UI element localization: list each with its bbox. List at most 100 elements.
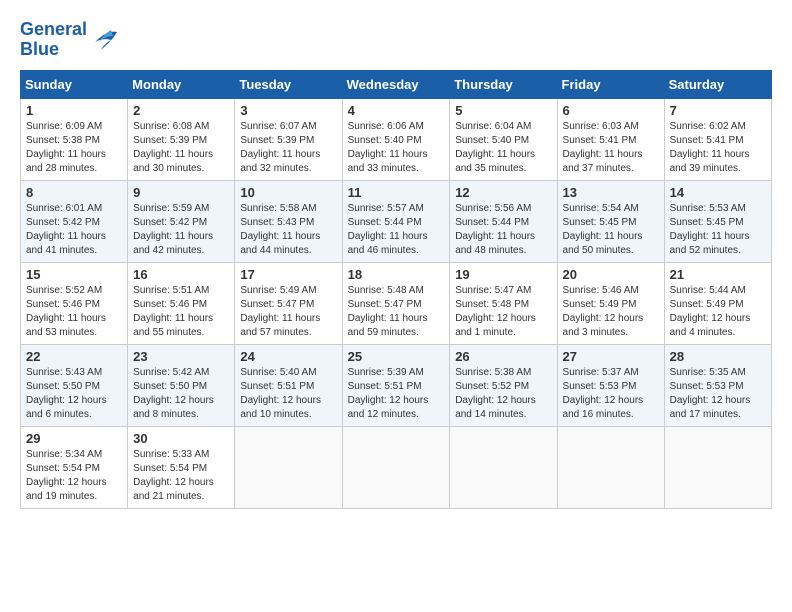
calendar-cell: 9 Sunrise: 5:59 AM Sunset: 5:42 PM Daylig… — [128, 180, 235, 262]
calendar-cell: 21 Sunrise: 5:44 AM Sunset: 5:49 PM Dayli… — [664, 262, 771, 344]
day-number: 19 — [455, 267, 551, 282]
day-info: Sunrise: 5:58 AM Sunset: 5:43 PM Dayligh… — [240, 202, 336, 258]
page-header: GeneralBlue — [20, 20, 772, 60]
day-number: 21 — [670, 267, 766, 282]
logo-text: GeneralBlue — [20, 20, 87, 60]
day-info: Sunrise: 5:40 AM Sunset: 5:51 PM Dayligh… — [240, 366, 336, 422]
day-info: Sunrise: 5:53 AM Sunset: 5:45 PM Dayligh… — [670, 202, 766, 258]
day-number: 27 — [563, 349, 659, 364]
day-info: Sunrise: 5:35 AM Sunset: 5:53 PM Dayligh… — [670, 366, 766, 422]
column-header-tuesday: Tuesday — [235, 70, 342, 98]
day-number: 8 — [26, 185, 122, 200]
day-number: 25 — [348, 349, 445, 364]
day-info: Sunrise: 5:52 AM Sunset: 5:46 PM Dayligh… — [26, 284, 122, 340]
day-number: 26 — [455, 349, 551, 364]
day-info: Sunrise: 6:08 AM Sunset: 5:39 PM Dayligh… — [133, 120, 229, 176]
calendar-cell: 4Sunrise: 6:06 AM Sunset: 5:40 PM Daylig… — [342, 98, 450, 180]
day-number: 22 — [26, 349, 122, 364]
day-info: Sunrise: 5:59 AM Sunset: 5:42 PM Dayligh… — [133, 202, 229, 258]
column-header-friday: Friday — [557, 70, 664, 98]
day-info: Sunrise: 6:03 AM Sunset: 5:41 PM Dayligh… — [563, 120, 659, 176]
calendar-header-row: SundayMondayTuesdayWednesdayThursdayFrid… — [21, 70, 772, 98]
calendar-cell: 28 Sunrise: 5:35 AM Sunset: 5:53 PM Dayli… — [664, 344, 771, 426]
day-info: Sunrise: 5:33 AM Sunset: 5:54 PM Dayligh… — [133, 448, 229, 504]
day-number: 14 — [670, 185, 766, 200]
calendar-cell: 12 Sunrise: 5:56 AM Sunset: 5:44 PM Dayli… — [450, 180, 557, 262]
day-info: Sunrise: 5:51 AM Sunset: 5:46 PM Dayligh… — [133, 284, 229, 340]
calendar-cell: 3 Sunrise: 6:07 AM Sunset: 5:39 PM Daylig… — [235, 98, 342, 180]
day-number: 5 — [455, 103, 551, 118]
column-header-saturday: Saturday — [664, 70, 771, 98]
day-number: 3 — [240, 103, 336, 118]
calendar-cell: 25 Sunrise: 5:39 AM Sunset: 5:51 PM Dayli… — [342, 344, 450, 426]
day-info: Sunrise: 6:07 AM Sunset: 5:39 PM Dayligh… — [240, 120, 336, 176]
column-header-wednesday: Wednesday — [342, 70, 450, 98]
calendar-cell — [342, 426, 450, 508]
column-header-monday: Monday — [128, 70, 235, 98]
calendar-cell — [450, 426, 557, 508]
calendar-week-row: 8 Sunrise: 6:01 AM Sunset: 5:42 PM Daylig… — [21, 180, 772, 262]
day-number: 30 — [133, 431, 229, 446]
day-number: 20 — [563, 267, 659, 282]
day-info: Sunrise: 6:02 AM Sunset: 5:41 PM Dayligh… — [670, 120, 766, 176]
calendar-cell: 2 Sunrise: 6:08 AM Sunset: 5:39 PM Daylig… — [128, 98, 235, 180]
calendar-cell: 1Sunrise: 6:09 AM Sunset: 5:38 PM Daylig… — [21, 98, 128, 180]
calendar-cell: 22 Sunrise: 5:43 AM Sunset: 5:50 PM Dayli… — [21, 344, 128, 426]
calendar-cell — [235, 426, 342, 508]
day-number: 9 — [133, 185, 229, 200]
day-info: Sunrise: 5:57 AM Sunset: 5:44 PM Dayligh… — [348, 202, 445, 258]
day-info: Sunrise: 5:42 AM Sunset: 5:50 PM Dayligh… — [133, 366, 229, 422]
calendar-cell: 13 Sunrise: 5:54 AM Sunset: 5:45 PM Dayli… — [557, 180, 664, 262]
calendar-cell: 8 Sunrise: 6:01 AM Sunset: 5:42 PM Daylig… — [21, 180, 128, 262]
day-number: 4 — [348, 103, 445, 118]
calendar-week-row: 29 Sunrise: 5:34 AM Sunset: 5:54 PM Dayli… — [21, 426, 772, 508]
calendar-cell: 18Sunrise: 5:48 AM Sunset: 5:47 PM Dayli… — [342, 262, 450, 344]
day-number: 29 — [26, 431, 122, 446]
calendar-cell: 30 Sunrise: 5:33 AM Sunset: 5:54 PM Dayli… — [128, 426, 235, 508]
calendar-cell: 10 Sunrise: 5:58 AM Sunset: 5:43 PM Dayli… — [235, 180, 342, 262]
logo-bird-icon — [89, 28, 119, 52]
day-info: Sunrise: 5:47 AM Sunset: 5:48 PM Dayligh… — [455, 284, 551, 340]
calendar-cell: 29 Sunrise: 5:34 AM Sunset: 5:54 PM Dayli… — [21, 426, 128, 508]
calendar-week-row: 15Sunrise: 5:52 AM Sunset: 5:46 PM Dayli… — [21, 262, 772, 344]
column-header-thursday: Thursday — [450, 70, 557, 98]
day-info: Sunrise: 5:54 AM Sunset: 5:45 PM Dayligh… — [563, 202, 659, 258]
day-info: Sunrise: 5:49 AM Sunset: 5:47 PM Dayligh… — [240, 284, 336, 340]
day-number: 13 — [563, 185, 659, 200]
day-info: Sunrise: 5:34 AM Sunset: 5:54 PM Dayligh… — [26, 448, 122, 504]
day-info: Sunrise: 5:39 AM Sunset: 5:51 PM Dayligh… — [348, 366, 445, 422]
calendar-table: SundayMondayTuesdayWednesdayThursdayFrid… — [20, 70, 772, 509]
day-number: 6 — [563, 103, 659, 118]
calendar-cell: 17 Sunrise: 5:49 AM Sunset: 5:47 PM Dayli… — [235, 262, 342, 344]
logo: GeneralBlue — [20, 20, 119, 60]
calendar-cell — [664, 426, 771, 508]
day-info: Sunrise: 5:48 AM Sunset: 5:47 PM Dayligh… — [348, 284, 445, 340]
calendar-cell — [557, 426, 664, 508]
day-number: 7 — [670, 103, 766, 118]
day-info: Sunrise: 5:46 AM Sunset: 5:49 PM Dayligh… — [563, 284, 659, 340]
day-info: Sunrise: 6:04 AM Sunset: 5:40 PM Dayligh… — [455, 120, 551, 176]
calendar-cell: 11 Sunrise: 5:57 AM Sunset: 5:44 PM Dayli… — [342, 180, 450, 262]
day-number: 28 — [670, 349, 766, 364]
calendar-week-row: 22 Sunrise: 5:43 AM Sunset: 5:50 PM Dayli… — [21, 344, 772, 426]
day-number: 24 — [240, 349, 336, 364]
calendar-cell: 14 Sunrise: 5:53 AM Sunset: 5:45 PM Dayli… — [664, 180, 771, 262]
calendar-cell: 26 Sunrise: 5:38 AM Sunset: 5:52 PM Dayli… — [450, 344, 557, 426]
day-number: 12 — [455, 185, 551, 200]
calendar-cell: 15Sunrise: 5:52 AM Sunset: 5:46 PM Dayli… — [21, 262, 128, 344]
calendar-cell: 23Sunrise: 5:42 AM Sunset: 5:50 PM Dayli… — [128, 344, 235, 426]
day-info: Sunrise: 5:56 AM Sunset: 5:44 PM Dayligh… — [455, 202, 551, 258]
day-info: Sunrise: 6:01 AM Sunset: 5:42 PM Dayligh… — [26, 202, 122, 258]
day-info: Sunrise: 5:44 AM Sunset: 5:49 PM Dayligh… — [670, 284, 766, 340]
calendar-cell: 16Sunrise: 5:51 AM Sunset: 5:46 PM Dayli… — [128, 262, 235, 344]
calendar-cell: 5 Sunrise: 6:04 AM Sunset: 5:40 PM Daylig… — [450, 98, 557, 180]
day-number: 10 — [240, 185, 336, 200]
day-info: Sunrise: 5:43 AM Sunset: 5:50 PM Dayligh… — [26, 366, 122, 422]
calendar-cell: 6 Sunrise: 6:03 AM Sunset: 5:41 PM Daylig… — [557, 98, 664, 180]
column-header-sunday: Sunday — [21, 70, 128, 98]
day-number: 11 — [348, 185, 445, 200]
calendar-cell: 19 Sunrise: 5:47 AM Sunset: 5:48 PM Dayli… — [450, 262, 557, 344]
day-number: 17 — [240, 267, 336, 282]
day-number: 2 — [133, 103, 229, 118]
day-info: Sunrise: 5:38 AM Sunset: 5:52 PM Dayligh… — [455, 366, 551, 422]
